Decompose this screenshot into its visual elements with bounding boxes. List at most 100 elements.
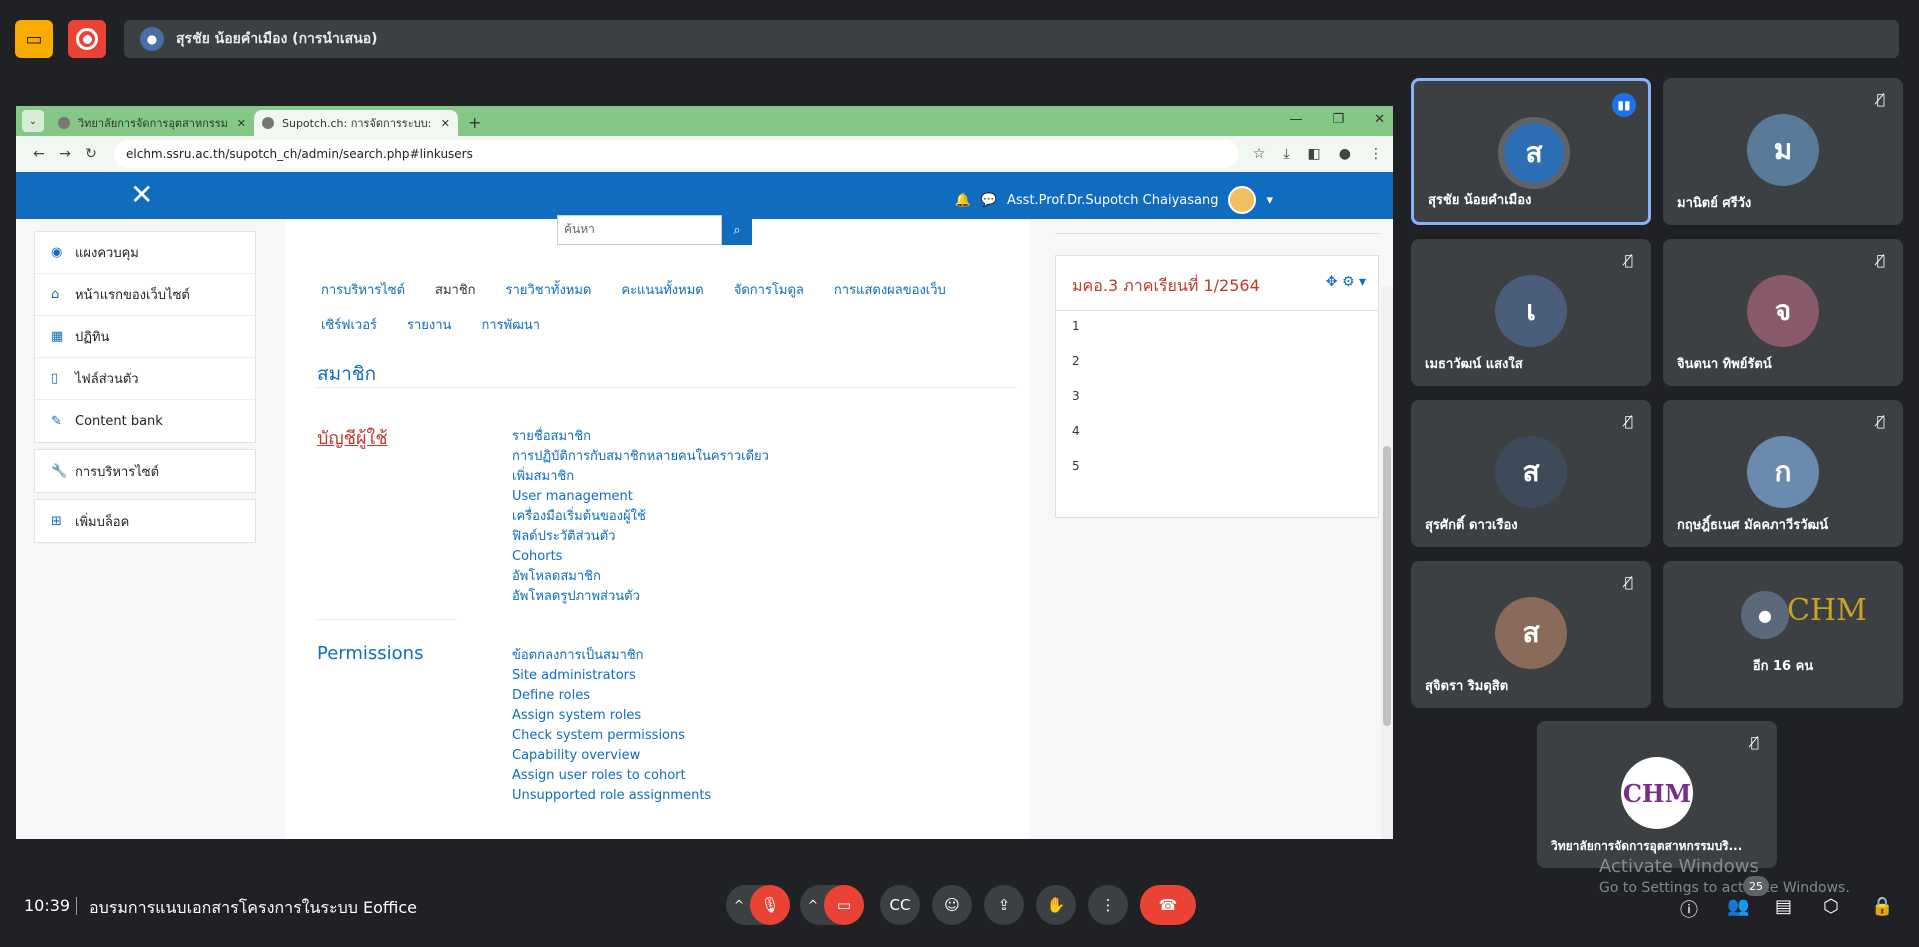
tab-server[interactable]: เซิร์ฟเวอร์ xyxy=(321,314,377,335)
nav-item-dashboard[interactable]: ◉ แผงควบคุม xyxy=(35,232,255,274)
nav-item-site-admin[interactable]: 🔧 การบริหารไซต์ xyxy=(35,450,255,492)
nav-item-home[interactable]: ⌂ หน้าแรกของเว็บไซต์ xyxy=(35,274,255,316)
restore-icon[interactable]: ❐ xyxy=(1332,112,1344,127)
chat-icon[interactable]: 💬 xyxy=(981,193,997,208)
tab-reports[interactable]: รายงาน xyxy=(407,314,451,335)
block-row[interactable]: 3 xyxy=(1056,381,1378,416)
plus-square-icon: ⊞ xyxy=(51,513,62,529)
move-gear-icon[interactable]: ✥ ⚙ ▾ xyxy=(1326,274,1366,290)
link[interactable]: เพิ่มสมาชิก xyxy=(512,467,769,487)
participant-tile[interactable]: ส 🎙̸ สุรศักดิ์ ดาวเรือง xyxy=(1411,400,1651,547)
captions-button[interactable]: CC xyxy=(880,885,920,925)
admin-search-input[interactable]: ค้นหา xyxy=(557,215,722,245)
block-region: มคอ.3 ภาคเรียนที่ 1/2564 ✥ ⚙ ▾ 1 2 3 4 5 xyxy=(1043,219,1379,839)
nav-item-files[interactable]: ▯ ไฟล์ส่วนตัว xyxy=(35,358,255,400)
more-participants-tile[interactable]: ● CHM อีก 16 คน xyxy=(1663,561,1903,708)
forward-icon[interactable]: → xyxy=(52,146,78,162)
info-icon[interactable]: ⓘ xyxy=(1680,896,1698,922)
nav-item-add-block[interactable]: ⊞ เพิ่มบล็อค xyxy=(35,500,255,542)
new-tab-button[interactable]: + xyxy=(468,113,481,132)
link[interactable]: การปฏิบัติการกับสมาชิกหลายคนในคราวเดียว xyxy=(512,447,769,467)
mic-control[interactable]: ^ 🎙 xyxy=(726,885,790,925)
link[interactable]: Assign system roles xyxy=(512,706,711,726)
menu-icon[interactable]: ⋮ xyxy=(1369,146,1383,162)
block-row[interactable]: 1 xyxy=(1056,311,1378,346)
block-row[interactable]: 5 xyxy=(1056,451,1378,486)
chevron-down-icon[interactable]: ▾ xyxy=(1266,193,1273,208)
participant-tile[interactable]: CHM 🎙̸ วิทยาลัยการจัดการอุตสาหกรรมบริ... xyxy=(1537,721,1777,868)
sidepanel-icon[interactable]: ◧ xyxy=(1308,146,1321,162)
people-icon[interactable]: 👥 xyxy=(1727,896,1749,917)
participant-tile[interactable]: ส ▮▮ สุรชัย น้อยคำเมือง xyxy=(1411,78,1651,225)
recording-button[interactable] xyxy=(68,20,106,58)
reload-icon[interactable]: ↻ xyxy=(78,146,104,162)
browser-tab-active[interactable]: Supotch.ch: การจัดการระบบ: ค้นหา ✕ xyxy=(254,110,458,136)
participant-tile[interactable]: ม 🎙̸ มานิตย์ ศรีวัง xyxy=(1663,78,1903,225)
present-button[interactable]: ⇪ xyxy=(984,885,1024,925)
camera-control[interactable]: ^ ▭ xyxy=(800,885,864,925)
download-icon[interactable]: ⤓ xyxy=(1283,146,1289,162)
tab-courses[interactable]: รายวิชาทั้งหมด xyxy=(506,279,592,300)
chevron-up-icon[interactable]: ^ xyxy=(808,898,818,912)
chevron-up-icon[interactable]: ^ xyxy=(734,898,744,912)
participant-tile[interactable]: ก 🎙̸ กฤษฎิ์ธเนศ มัคคภาวีรวัฒน์ xyxy=(1663,400,1903,547)
raise-hand-button[interactable]: ✋ xyxy=(1036,885,1076,925)
participant-tile[interactable]: ส 🎙̸ สุจิตรา ริมดุสิต xyxy=(1411,561,1651,708)
camera-toggle-button[interactable]: ▭ xyxy=(824,885,864,925)
link[interactable]: ข้อตกลงการเป็นสมาชิก xyxy=(512,646,711,666)
browser-tab[interactable]: วิทยาลัยการจัดการอุตสาหกรรม และ ✕ xyxy=(50,110,254,136)
close-window-icon[interactable]: ✕ xyxy=(1374,112,1385,127)
close-icon[interactable]: ✕ xyxy=(237,117,246,130)
bell-icon[interactable]: 🔔 xyxy=(955,193,971,208)
page-scrollbar[interactable] xyxy=(1381,286,1393,839)
nav-label: ไฟล์ส่วนตัว xyxy=(75,372,139,387)
link[interactable]: User management xyxy=(512,487,769,507)
tab-development[interactable]: การพัฒนา xyxy=(481,314,540,335)
accounts-heading[interactable]: บัญชีผู้ใช้ xyxy=(317,423,388,452)
link[interactable]: Check system permissions xyxy=(512,726,711,746)
close-drawer-icon[interactable]: ✕ xyxy=(130,178,153,211)
link[interactable]: อัพโหลดรูปภาพส่วนตัว xyxy=(512,587,769,607)
participant-tile[interactable]: จ 🎙̸ จินตนา ทิพย์รัตน์ xyxy=(1663,239,1903,386)
nav-drawer: ◉ แผงควบคุม ⌂ หน้าแรกของเว็บไซต์ ▦ ปฏิทิ… xyxy=(34,231,256,549)
link[interactable]: Assign user roles to cohort xyxy=(512,766,711,786)
back-icon[interactable]: ← xyxy=(26,146,52,162)
tab-plugins[interactable]: จัดการโมดูล xyxy=(734,279,804,300)
minimize-icon[interactable]: — xyxy=(1289,112,1302,127)
link[interactable]: อัพโหลดสมาชิก xyxy=(512,567,769,587)
activities-icon[interactable]: ⬡ xyxy=(1823,896,1839,917)
host-controls-icon[interactable]: 🔒 xyxy=(1871,896,1893,917)
block-row[interactable]: 4 xyxy=(1056,416,1378,451)
participant-tile[interactable]: เ 🎙̸ เมธาวัฒน์ แสงใส xyxy=(1411,239,1651,386)
tab-grades[interactable]: คะแนนทั้งหมด xyxy=(621,279,703,300)
profile-icon[interactable]: ● xyxy=(1339,146,1351,162)
link[interactable]: รายชื่อสมาชิก xyxy=(512,427,769,447)
close-icon[interactable]: ✕ xyxy=(441,117,450,130)
link[interactable]: ฟิลด์ประวัติส่วนตัว xyxy=(512,527,769,547)
nav-item-content-bank[interactable]: ✎ Content bank xyxy=(35,400,255,442)
more-options-button[interactable]: ⋮ xyxy=(1088,885,1128,925)
user-name[interactable]: Asst.Prof.Dr.Supotch Chaiyasang xyxy=(1007,193,1218,208)
stop-presenting-button[interactable]: ▭ xyxy=(15,20,53,58)
leave-call-button[interactable]: ☎ xyxy=(1140,885,1196,925)
tab-appearance[interactable]: การแสดงผลของเว็บ xyxy=(834,279,946,300)
chat-icon[interactable]: ▤ xyxy=(1775,896,1792,917)
nav-item-calendar[interactable]: ▦ ปฏิทิน xyxy=(35,316,255,358)
link[interactable]: Define roles xyxy=(512,686,711,706)
link[interactable]: Site administrators xyxy=(512,666,711,686)
link[interactable]: เครื่องมือเริ่มต้นของผู้ใช้ xyxy=(512,507,769,527)
block-row[interactable]: 2 xyxy=(1056,346,1378,381)
search-button[interactable]: ⌕ xyxy=(722,215,752,245)
user-avatar[interactable] xyxy=(1228,186,1257,214)
link[interactable]: Capability overview xyxy=(512,746,711,766)
url-field[interactable]: elchm.ssru.ac.th/supotch_ch/admin/search… xyxy=(114,140,1239,168)
star-icon[interactable]: ☆ xyxy=(1253,146,1266,162)
link[interactable]: Cohorts xyxy=(512,547,769,567)
mic-toggle-button[interactable]: 🎙 xyxy=(750,885,790,925)
tab-users[interactable]: สมาชิก xyxy=(435,279,476,300)
tab-site-admin[interactable]: การบริหารไซต์ xyxy=(321,279,405,300)
reactions-button[interactable]: ☺ xyxy=(932,885,972,925)
permissions-heading[interactable]: Permissions xyxy=(317,643,423,664)
tab-search-icon[interactable]: ⌄ xyxy=(22,110,44,132)
link[interactable]: Unsupported role assignments xyxy=(512,786,711,806)
